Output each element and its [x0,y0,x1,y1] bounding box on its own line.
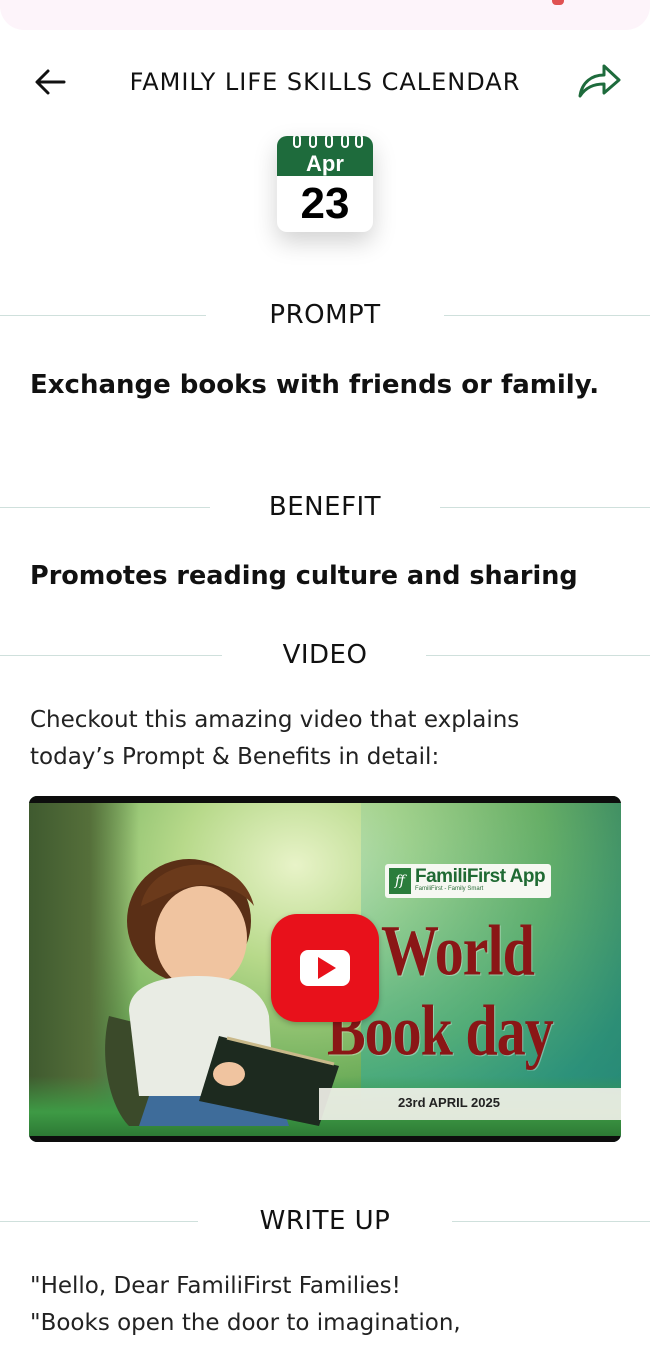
familifirst-brand-badge: ff FamiliFirst App FamiliFirst - Family … [385,864,551,898]
calendar-rings-icon [293,136,363,148]
youtube-play-icon[interactable] [271,914,379,1022]
share-arrow-icon [578,64,621,98]
video-date-band: 23rd APRIL 2025 [319,1088,621,1120]
notification-dot [552,0,564,5]
benefit-label: BENEFIT [268,492,382,522]
play-icon-inner [300,950,350,986]
write-up-line-1: "Hello, Dear FamiliFirst Families! [30,1273,401,1299]
date-calendar-icon: Apr 23 [277,136,373,232]
video-section-header: VIDEO [0,636,650,676]
arrow-left-icon [35,69,66,95]
write-up-label: WRITE UP [259,1206,391,1236]
prompt-section-header: PROMPT [0,296,650,336]
calendar-month: Apr [306,151,344,176]
video-intro-text: Checkout this amazing video that explain… [30,707,520,770]
prompt-label: PROMPT [269,300,381,330]
brand-name: FamiliFirst App [415,866,546,887]
video-label: VIDEO [282,640,368,670]
video-frame-bottom [29,1136,621,1142]
write-up-line-2: "Books open the door to imagination, [30,1310,461,1336]
back-button[interactable] [28,60,72,104]
prompt-text: Exchange books with friends or family. [30,370,600,400]
play-triangle-icon [318,957,336,979]
page-title: FAMILY LIFE SKILLS CALENDAR [129,68,521,96]
app-header: FAMILY LIFE SKILLS CALENDAR [0,50,650,114]
share-button[interactable] [574,58,624,104]
brand-subtitle: FamiliFirst - Family Smart [415,886,484,892]
video-thumbnail[interactable]: ff FamiliFirst App FamiliFirst - Family … [29,796,621,1142]
top-strip [0,0,650,30]
write-up-section-header: WRITE UP [0,1202,650,1242]
benefit-section-header: BENEFIT [0,488,650,528]
calendar-day: 23 [300,179,350,228]
familifirst-logo-icon: ff [389,868,411,894]
video-date: 23rd APRIL 2025 [398,1095,500,1110]
video-frame-top [29,796,621,803]
video-title-line-1: World [381,909,535,991]
benefit-text: Promotes reading culture and sharing [30,561,578,591]
